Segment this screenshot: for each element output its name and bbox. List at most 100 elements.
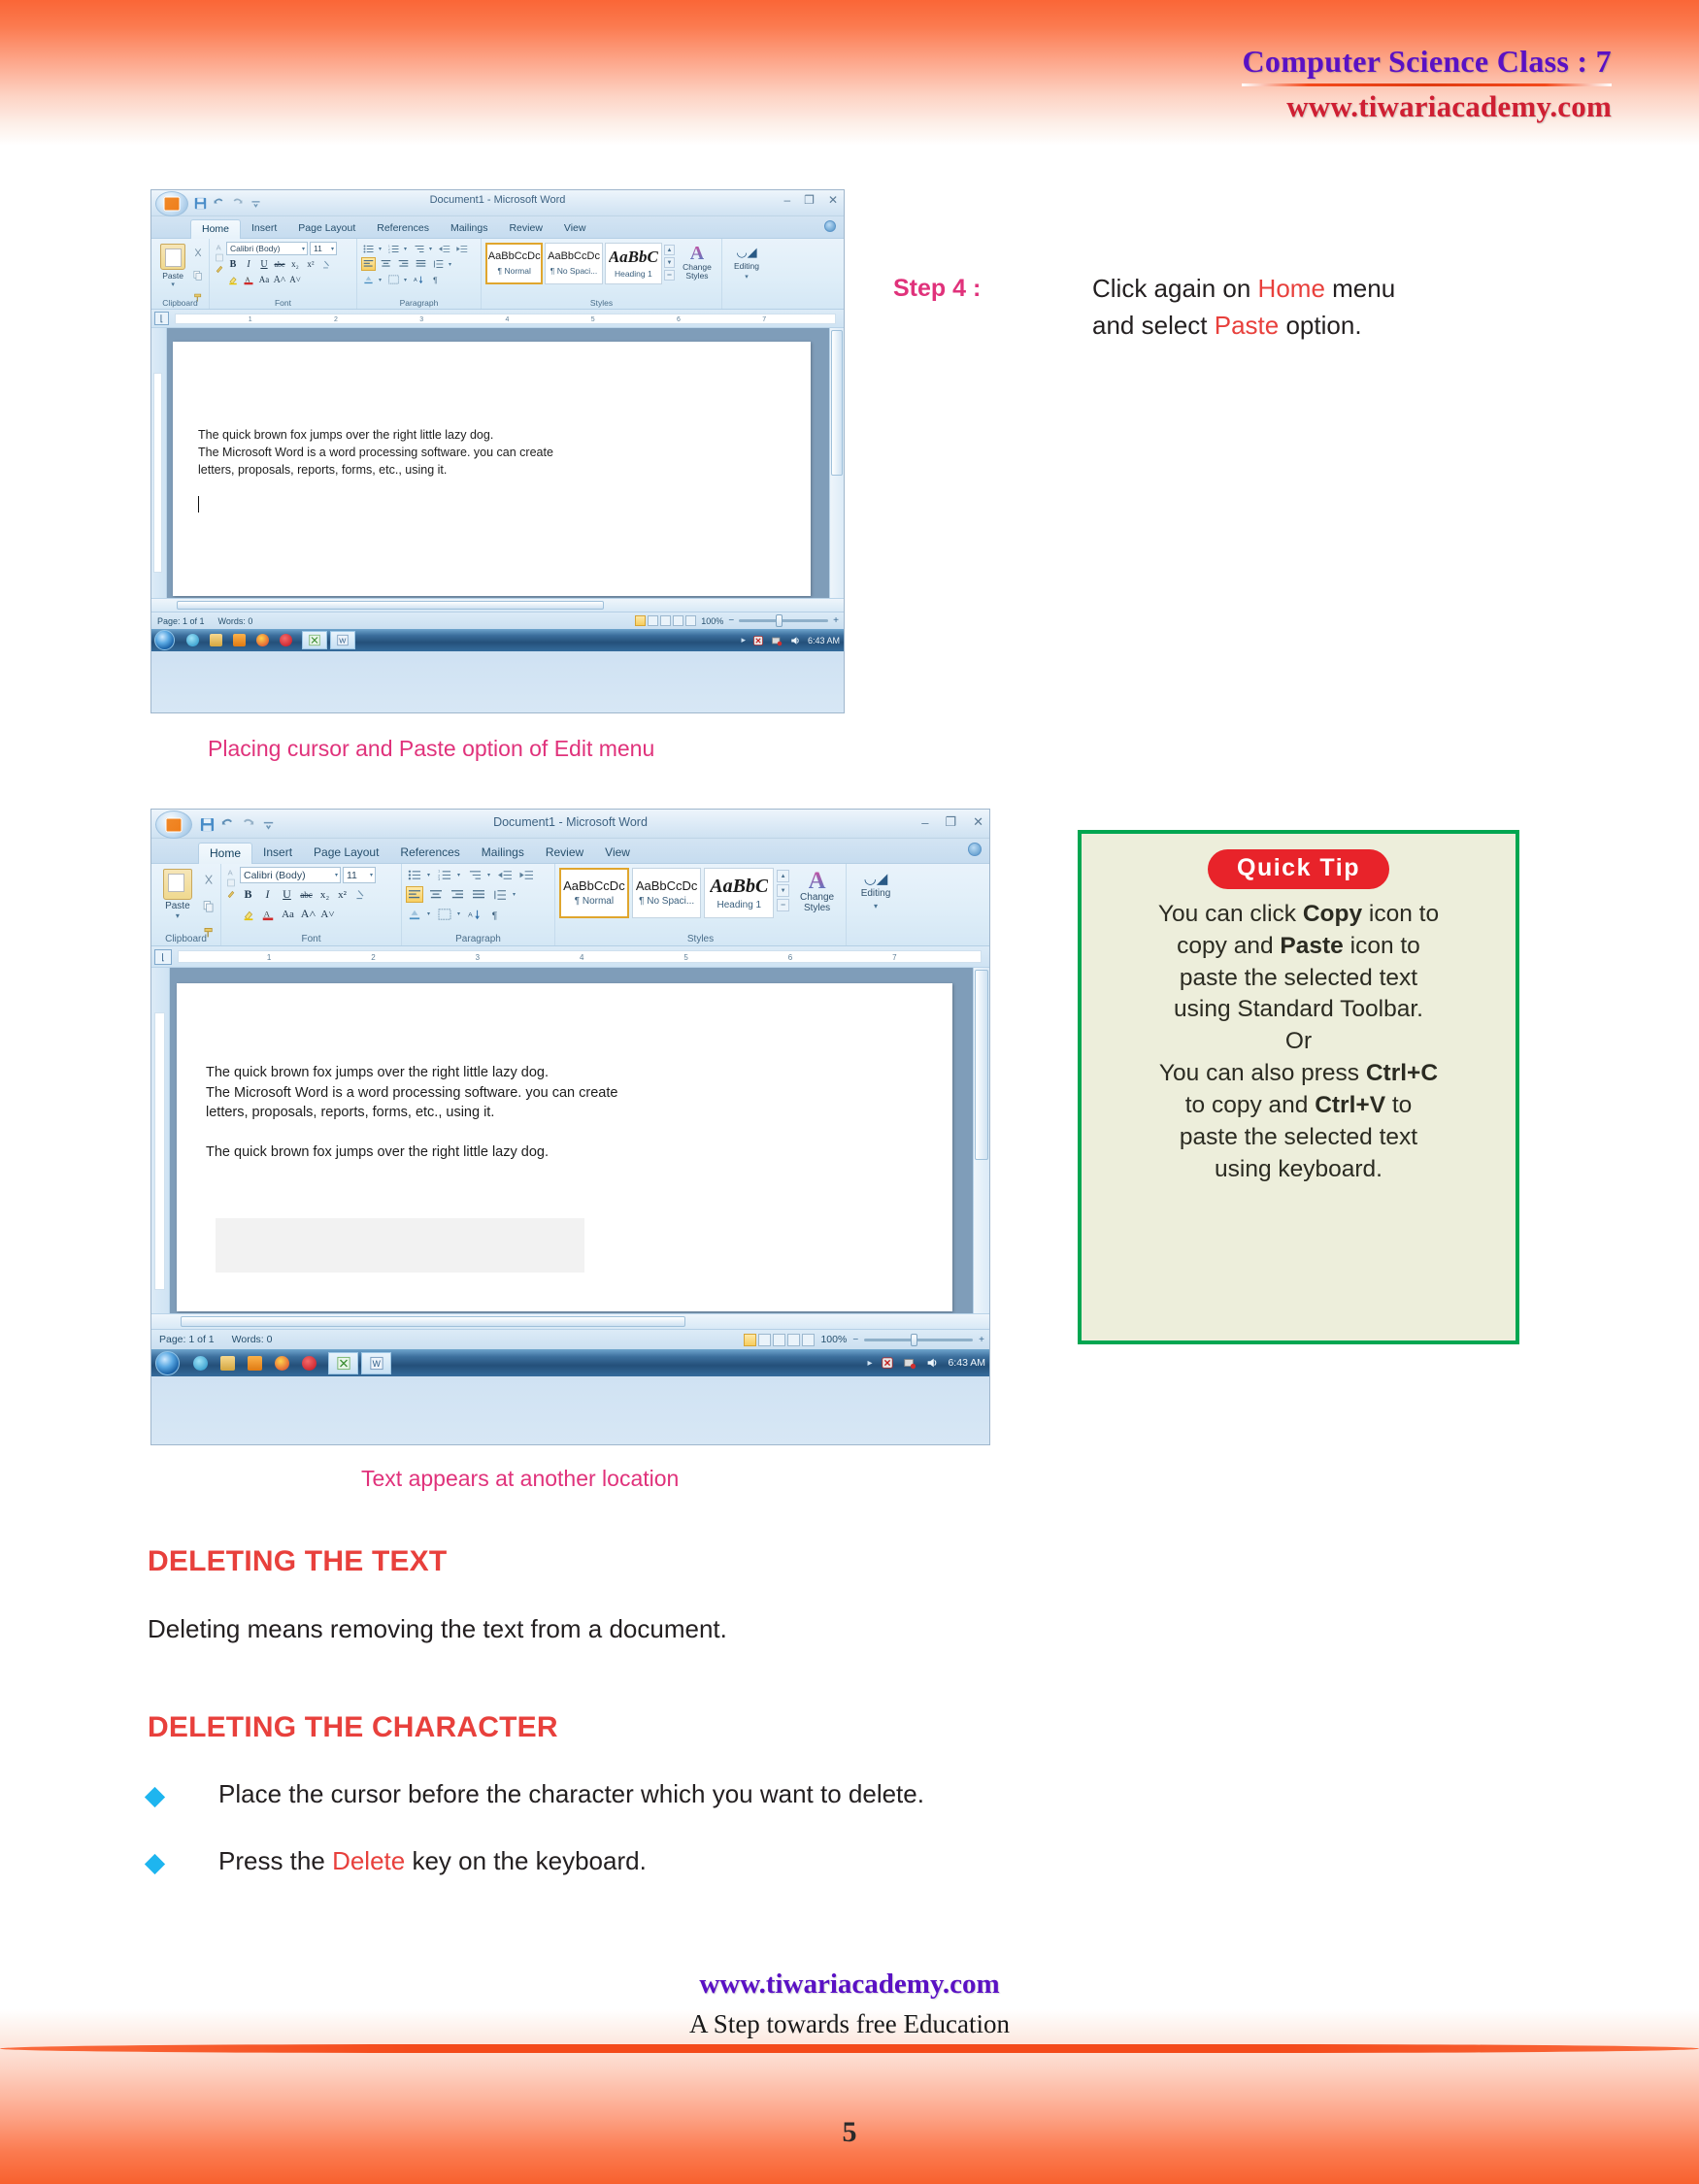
- horizontal-scrollbar-1[interactable]: [151, 598, 844, 612]
- folder-icon-2[interactable]: [220, 1355, 235, 1371]
- styles-more-icon-2[interactable]: ═: [777, 899, 790, 911]
- numbering-icon[interactable]: 123: [386, 242, 401, 255]
- subscript-button-2[interactable]: x₂: [317, 886, 332, 903]
- firefox-icon[interactable]: [186, 634, 199, 646]
- tab-stop-selector-icon-2[interactable]: ⌊: [154, 948, 172, 965]
- shading-icon[interactable]: [361, 273, 376, 286]
- web-layout-view-icon[interactable]: [660, 615, 672, 626]
- zoom-slider-2[interactable]: [864, 1333, 974, 1346]
- window-controls[interactable]: – ❐ ✕: [783, 193, 838, 207]
- tab-view-2[interactable]: View: [594, 843, 641, 863]
- text-highlight-icon-2[interactable]: [240, 906, 256, 922]
- styles-scroll-down-icon[interactable]: ▼: [663, 257, 675, 268]
- zoom-in-button-2[interactable]: +: [979, 1335, 984, 1345]
- borders-icon-2[interactable]: [436, 906, 453, 922]
- justify-icon-2[interactable]: [470, 886, 487, 903]
- horizontal-scroll-thumb[interactable]: [177, 601, 604, 610]
- zoom-out-button-2[interactable]: −: [852, 1335, 858, 1345]
- show-formatting-marks-icon-2[interactable]: ¶: [487, 906, 505, 922]
- help-icon-2[interactable]: [968, 843, 982, 856]
- bullets-icon-2[interactable]: [406, 867, 423, 883]
- style-card-heading-1-2[interactable]: AaBbC Heading 1: [704, 868, 775, 918]
- tray-expand-icon[interactable]: ▸: [741, 635, 746, 645]
- grow-font-button-2[interactable]: A˄: [300, 906, 316, 922]
- font-size-input-2[interactable]: 11 ▾: [343, 867, 376, 883]
- horizontal-ruler[interactable]: ⌊ 12 34 56 7: [151, 310, 844, 328]
- increase-indent-icon[interactable]: [454, 242, 469, 255]
- shading-icon-2[interactable]: [406, 906, 423, 922]
- paste-icon[interactable]: [160, 244, 186, 270]
- tab-mailings-2[interactable]: Mailings: [471, 843, 535, 863]
- draft-view-icon[interactable]: [685, 615, 697, 626]
- font-color-icon-2[interactable]: A: [259, 906, 276, 922]
- close-button-2[interactable]: ✕: [973, 814, 983, 830]
- opera-icon[interactable]: [280, 634, 292, 646]
- windows-start-icon[interactable]: [154, 630, 175, 650]
- styles-more-icon[interactable]: ═: [663, 270, 675, 281]
- superscript-button-2[interactable]: x²: [335, 886, 350, 903]
- tab-view[interactable]: View: [553, 219, 597, 238]
- taskbar-app-excel[interactable]: [302, 631, 327, 649]
- subscript-button[interactable]: x₂: [288, 257, 302, 271]
- tab-insert-2[interactable]: Insert: [252, 843, 303, 863]
- font-size-input[interactable]: 11 ▾: [310, 242, 337, 255]
- tab-review-2[interactable]: Review: [535, 843, 594, 863]
- horizontal-scroll-thumb-2[interactable]: [181, 1316, 685, 1327]
- align-right-icon[interactable]: [396, 257, 411, 271]
- strikethrough-button[interactable]: abc: [273, 257, 286, 271]
- shrink-font-button-2[interactable]: A˅: [319, 906, 336, 922]
- find-binoculars-icon-2[interactable]: ◡◢: [864, 870, 888, 887]
- close-button[interactable]: ✕: [828, 193, 838, 207]
- styles-gallery-scroll-2[interactable]: ▲ ▼ ═: [777, 868, 790, 911]
- align-left-icon-2[interactable]: [406, 886, 423, 903]
- show-formatting-marks-icon[interactable]: ¶: [429, 273, 444, 286]
- copy-icon[interactable]: [192, 270, 204, 281]
- underline-button-2[interactable]: U: [279, 886, 295, 903]
- shrink-font-button[interactable]: A˅: [288, 273, 302, 286]
- multilevel-list-icon[interactable]: [412, 242, 426, 255]
- style-card-normal-2[interactable]: AaBbCcDc ¶ Normal: [559, 868, 629, 918]
- align-center-icon-2[interactable]: [427, 886, 445, 903]
- restore-button[interactable]: ❐: [804, 193, 815, 207]
- text-highlight-icon[interactable]: [226, 273, 240, 286]
- strikethrough-button-2[interactable]: abc: [298, 886, 315, 903]
- view-buttons-2[interactable]: [744, 1333, 816, 1346]
- minimize-button[interactable]: –: [783, 193, 790, 207]
- cut-icon-2[interactable]: [202, 874, 216, 886]
- tab-home[interactable]: Home: [190, 219, 242, 239]
- clear-formatting-icon[interactable]: [319, 257, 333, 271]
- network-tray-icon[interactable]: [771, 635, 783, 646]
- draft-view-icon-2[interactable]: [802, 1333, 816, 1346]
- sort-icon-2[interactable]: A: [466, 906, 483, 922]
- taskbar-app-excel-2[interactable]: [328, 1351, 358, 1374]
- line-spacing-icon[interactable]: [431, 257, 446, 271]
- restore-button-2[interactable]: ❐: [945, 814, 956, 830]
- chrome-icon[interactable]: [256, 634, 269, 646]
- document-page-2[interactable]: The quick brown fox jumps over the right…: [177, 983, 952, 1311]
- multilevel-list-icon-2[interactable]: [466, 867, 483, 883]
- superscript-button[interactable]: x²: [304, 257, 317, 271]
- align-left-icon[interactable]: [361, 257, 376, 271]
- volume-tray-icon-2[interactable]: [925, 1356, 939, 1370]
- folder-icon[interactable]: [210, 634, 222, 646]
- vertical-scrollbar-1[interactable]: [829, 328, 844, 612]
- media-player-icon-2[interactable]: [248, 1355, 262, 1371]
- antivirus-tray-icon-2[interactable]: [881, 1356, 894, 1370]
- decrease-indent-icon-2[interactable]: [496, 867, 514, 883]
- media-player-icon[interactable]: [233, 634, 246, 646]
- view-buttons[interactable]: [635, 615, 697, 626]
- sort-icon[interactable]: A: [412, 273, 426, 286]
- tab-references-2[interactable]: References: [389, 843, 470, 863]
- borders-icon[interactable]: [386, 273, 401, 286]
- styles-gallery-scroll[interactable]: ▲ ▼ ═: [663, 243, 675, 281]
- find-binoculars-icon[interactable]: ◡◢: [736, 245, 756, 260]
- outline-view-icon[interactable]: [673, 615, 684, 626]
- tab-references[interactable]: References: [366, 219, 440, 238]
- tray-expand-icon-2[interactable]: ▸: [867, 1358, 872, 1369]
- font-name-input-2[interactable]: Calibri (Body) ▾: [240, 867, 341, 883]
- paste-icon-2[interactable]: [162, 869, 192, 900]
- align-center-icon[interactable]: [379, 257, 393, 271]
- tab-mailings[interactable]: Mailings: [440, 219, 499, 238]
- styles-scroll-down-icon-2[interactable]: ▼: [777, 884, 790, 897]
- minimize-button-2[interactable]: –: [921, 815, 928, 830]
